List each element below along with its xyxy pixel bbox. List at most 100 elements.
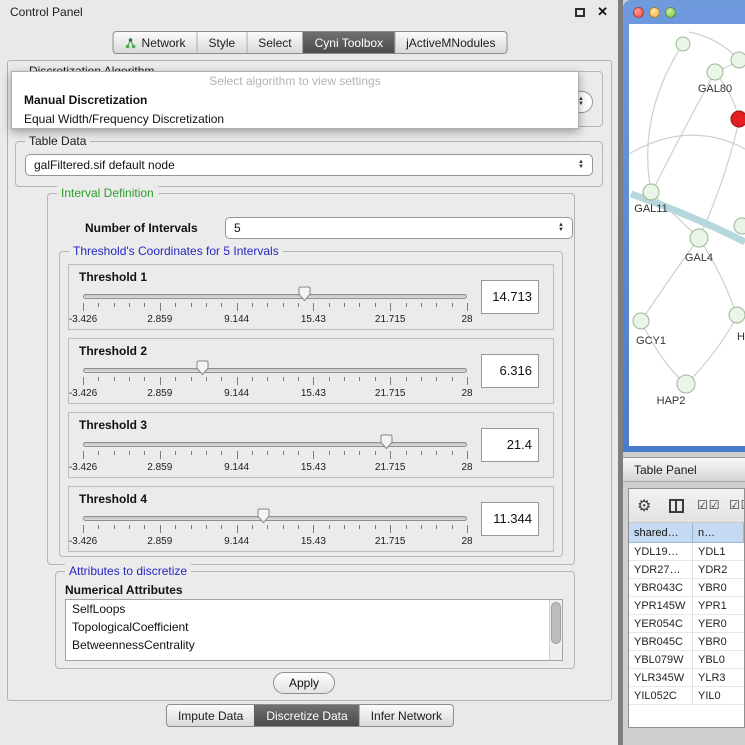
network-node[interactable] — [731, 52, 745, 68]
table-row[interactable]: YLR345WYLR3 — [629, 669, 744, 687]
threshold-value-field[interactable]: 14.713 — [481, 280, 539, 314]
slider-thumb-icon[interactable] — [257, 508, 270, 524]
network-node[interactable] — [676, 37, 690, 51]
attributes-listbox[interactable]: SelfLoopsTopologicalCoefficientBetweenne… — [65, 599, 563, 661]
table-row[interactable]: YER054CYER0 — [629, 615, 744, 633]
tick-mark — [313, 303, 314, 311]
network-canvas[interactable]: GAL80GAL11GAL4GCY1HAP2H — [629, 24, 745, 446]
tick-mark — [114, 377, 115, 381]
table-row[interactable]: YIL052CYIL0 — [629, 687, 744, 705]
network-node[interactable] — [707, 64, 723, 80]
table-row[interactable]: YPR145WYPR1 — [629, 597, 744, 615]
tick-mark — [467, 451, 468, 459]
combo-value: 5 — [234, 221, 558, 235]
tick-mark — [298, 451, 299, 455]
network-node[interactable] — [690, 229, 708, 247]
network-node[interactable] — [734, 218, 745, 234]
close-icon[interactable]: ✕ — [597, 4, 608, 20]
mac-zoom-button[interactable] — [665, 7, 676, 18]
header-cell-name[interactable]: n… — [693, 523, 744, 543]
tick-mark — [237, 303, 238, 311]
network-edge[interactable] — [629, 135, 745, 154]
network-node[interactable] — [677, 375, 695, 393]
threshold-slider[interactable]: -3.4262.8599.14415.4321.71528 — [83, 285, 467, 329]
slider-track[interactable] — [83, 368, 467, 373]
table-row[interactable]: YDR27…YDR2 — [629, 561, 744, 579]
tick-mark — [252, 451, 253, 455]
network-edge[interactable] — [648, 44, 683, 192]
tab-infer-network[interactable]: Infer Network — [359, 705, 453, 726]
table-panel-titlebar[interactable]: Table Panel — [623, 457, 745, 482]
columns-icon[interactable] — [669, 499, 684, 513]
attribute-list-item[interactable]: TopologicalCoefficient — [66, 618, 562, 636]
tick-mark — [237, 525, 238, 533]
slider-thumb-icon[interactable] — [380, 434, 393, 450]
threshold-slider[interactable]: -3.4262.8599.14415.4321.71528 — [83, 359, 467, 403]
tick-mark — [359, 303, 360, 307]
table-row[interactable]: YBL079WYBL0 — [629, 651, 744, 669]
apply-button[interactable]: Apply — [273, 672, 335, 694]
slider-thumb-icon[interactable] — [298, 286, 311, 302]
tab-select[interactable]: Select — [246, 32, 302, 53]
tick-mark — [237, 451, 238, 459]
threshold-slider[interactable]: -3.4262.8599.14415.4321.71528 — [83, 433, 467, 477]
network-edge[interactable] — [631, 194, 745, 242]
tick-mark — [421, 377, 422, 381]
attribute-list-item[interactable]: BetweennessCentrality — [66, 636, 562, 654]
table-row[interactable]: YDL19…YDL1 — [629, 543, 744, 561]
popup-option[interactable]: Manual Discretization — [12, 91, 578, 110]
checkbox-icons[interactable]: ☑☑ — [697, 498, 721, 512]
network-edge[interactable] — [642, 238, 699, 320]
attribute-list-item[interactable]: SelfLoops — [66, 600, 562, 618]
tick-mark — [313, 451, 314, 459]
table-row[interactable]: YBR045CYBR0 — [629, 633, 744, 651]
network-edge[interactable] — [641, 321, 684, 383]
tick-mark — [267, 525, 268, 529]
network-node[interactable] — [633, 313, 649, 329]
network-node-label: GAL80 — [698, 83, 732, 95]
intervals-combobox[interactable]: 5 ▲▼ — [225, 217, 573, 239]
slider-thumb-icon[interactable] — [196, 360, 209, 376]
tick-mark — [191, 525, 192, 529]
table-data-combobox[interactable]: galFiltered.sif default node ▲▼ — [25, 154, 593, 176]
slider-track[interactable] — [83, 294, 467, 299]
mac-close-button[interactable] — [633, 7, 644, 18]
table-cell: YBR045C — [629, 633, 693, 650]
cyni-mode-tabs: Impute DataDiscretize DataInfer Network — [166, 704, 454, 727]
tab-impute-data[interactable]: Impute Data — [167, 705, 254, 726]
network-node[interactable] — [643, 184, 659, 200]
threshold-title: Threshold 3 — [79, 418, 147, 432]
slider-track[interactable] — [83, 442, 467, 447]
gear-icon[interactable]: ⚙ — [637, 496, 651, 516]
network-edge[interactable] — [689, 32, 739, 60]
tick-mark — [375, 451, 376, 455]
mac-minimize-button[interactable] — [649, 7, 660, 18]
network-node-selected[interactable] — [731, 111, 745, 127]
network-edge[interactable] — [686, 318, 736, 384]
slider-track[interactable] — [83, 516, 467, 521]
table-row[interactable]: YBR043CYBR0 — [629, 579, 744, 597]
checkbox-icons[interactable]: ☑☑ — [729, 498, 745, 512]
tab-jactivemnodules[interactable]: jActiveMNodules — [394, 32, 506, 53]
tick-mark — [129, 451, 130, 455]
tab-network[interactable]: Network — [114, 32, 197, 53]
tick-mark — [436, 525, 437, 529]
network-edge[interactable] — [699, 238, 736, 314]
popup-option[interactable]: Equal Width/Frequency Discretization — [12, 110, 578, 129]
tick-mark — [221, 525, 222, 529]
control-panel-titlebar[interactable]: Control Panel ✕ — [0, 0, 618, 24]
tab-discretize-data[interactable]: Discretize Data — [254, 705, 358, 726]
network-graph: GAL80GAL11GAL4GCY1HAP2H — [629, 24, 745, 446]
header-cell-shared-name[interactable]: shared… — [629, 523, 693, 543]
threshold-value-field[interactable]: 6.316 — [481, 354, 539, 388]
listbox-scrollbar[interactable] — [549, 600, 562, 660]
tab-style[interactable]: Style — [197, 32, 247, 53]
tab-cyni-toolbox[interactable]: Cyni Toolbox — [303, 32, 394, 53]
scrollbar-thumb[interactable] — [551, 602, 561, 644]
threshold-slider[interactable]: -3.4262.8599.14415.4321.71528 — [83, 507, 467, 551]
float-window-icon[interactable] — [575, 8, 585, 17]
threshold-value-field[interactable]: 11.344 — [481, 502, 539, 536]
network-node[interactable] — [729, 307, 745, 323]
threshold-value-field[interactable]: 21.4 — [481, 428, 539, 462]
tick-mark — [283, 377, 284, 381]
